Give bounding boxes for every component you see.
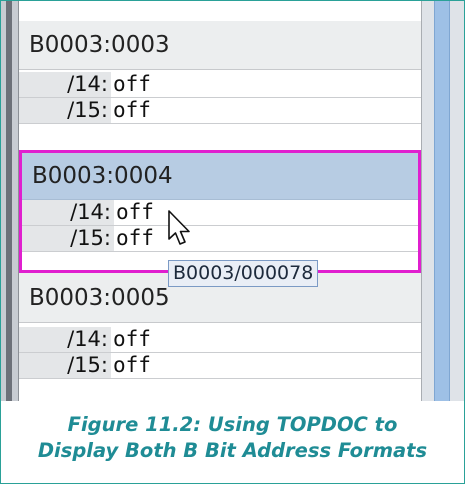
bit-row[interactable]: /15: off [22, 226, 418, 252]
bit-row[interactable]: /14: off [19, 72, 421, 98]
address-entry[interactable]: B0003:0005 /14: off /15: off [19, 273, 421, 401]
scrollbar-thumb[interactable] [434, 1, 450, 401]
selected-address-entry[interactable]: B0003:0004 /14: off /15: off [19, 150, 421, 273]
address-list[interactable]: B0003:0003 /14: off /15: off B0003:0004 … [19, 1, 421, 401]
address-tooltip: B0003/000078 [168, 260, 319, 287]
bit-label: /15: [19, 353, 111, 378]
caption-line: Figure 11.2: Using TOPDOC to [67, 413, 398, 436]
bit-value[interactable]: off [113, 327, 151, 352]
left-panel-edge [1, 1, 19, 401]
bit-label: /15: [19, 98, 111, 123]
bit-value[interactable]: off [116, 226, 154, 251]
bit-row[interactable]: /15: off [19, 98, 421, 124]
bit-label: /15: [22, 226, 114, 251]
vertical-scrollbar[interactable] [421, 1, 464, 401]
address-header[interactable]: B0003:0004 [22, 153, 418, 200]
bit-value[interactable]: off [113, 98, 151, 123]
bit-label: /14: [19, 72, 111, 97]
bit-row[interactable]: /14: off [19, 327, 421, 353]
address-entry[interactable]: B0003:0003 /14: off /15: off [19, 1, 421, 150]
bit-row[interactable]: /14: off [22, 200, 418, 226]
topdoc-screenshot: B0003:0003 /14: off /15: off B0003:0004 … [1, 1, 464, 401]
caption-line: Display Both B Bit Address Formats [37, 439, 428, 462]
figure-caption: Figure 11.2: Using TOPDOC to Display Bot… [0, 412, 465, 464]
bit-row[interactable]: /15: off [19, 353, 421, 379]
bit-label: /14: [22, 200, 114, 225]
mouse-pointer-icon [168, 210, 190, 245]
bit-value[interactable]: off [116, 200, 154, 225]
bit-value[interactable]: off [113, 353, 151, 378]
bit-value[interactable]: off [113, 72, 151, 97]
bit-label: /14: [19, 327, 111, 352]
address-header[interactable]: B0003:0003 [19, 21, 421, 70]
